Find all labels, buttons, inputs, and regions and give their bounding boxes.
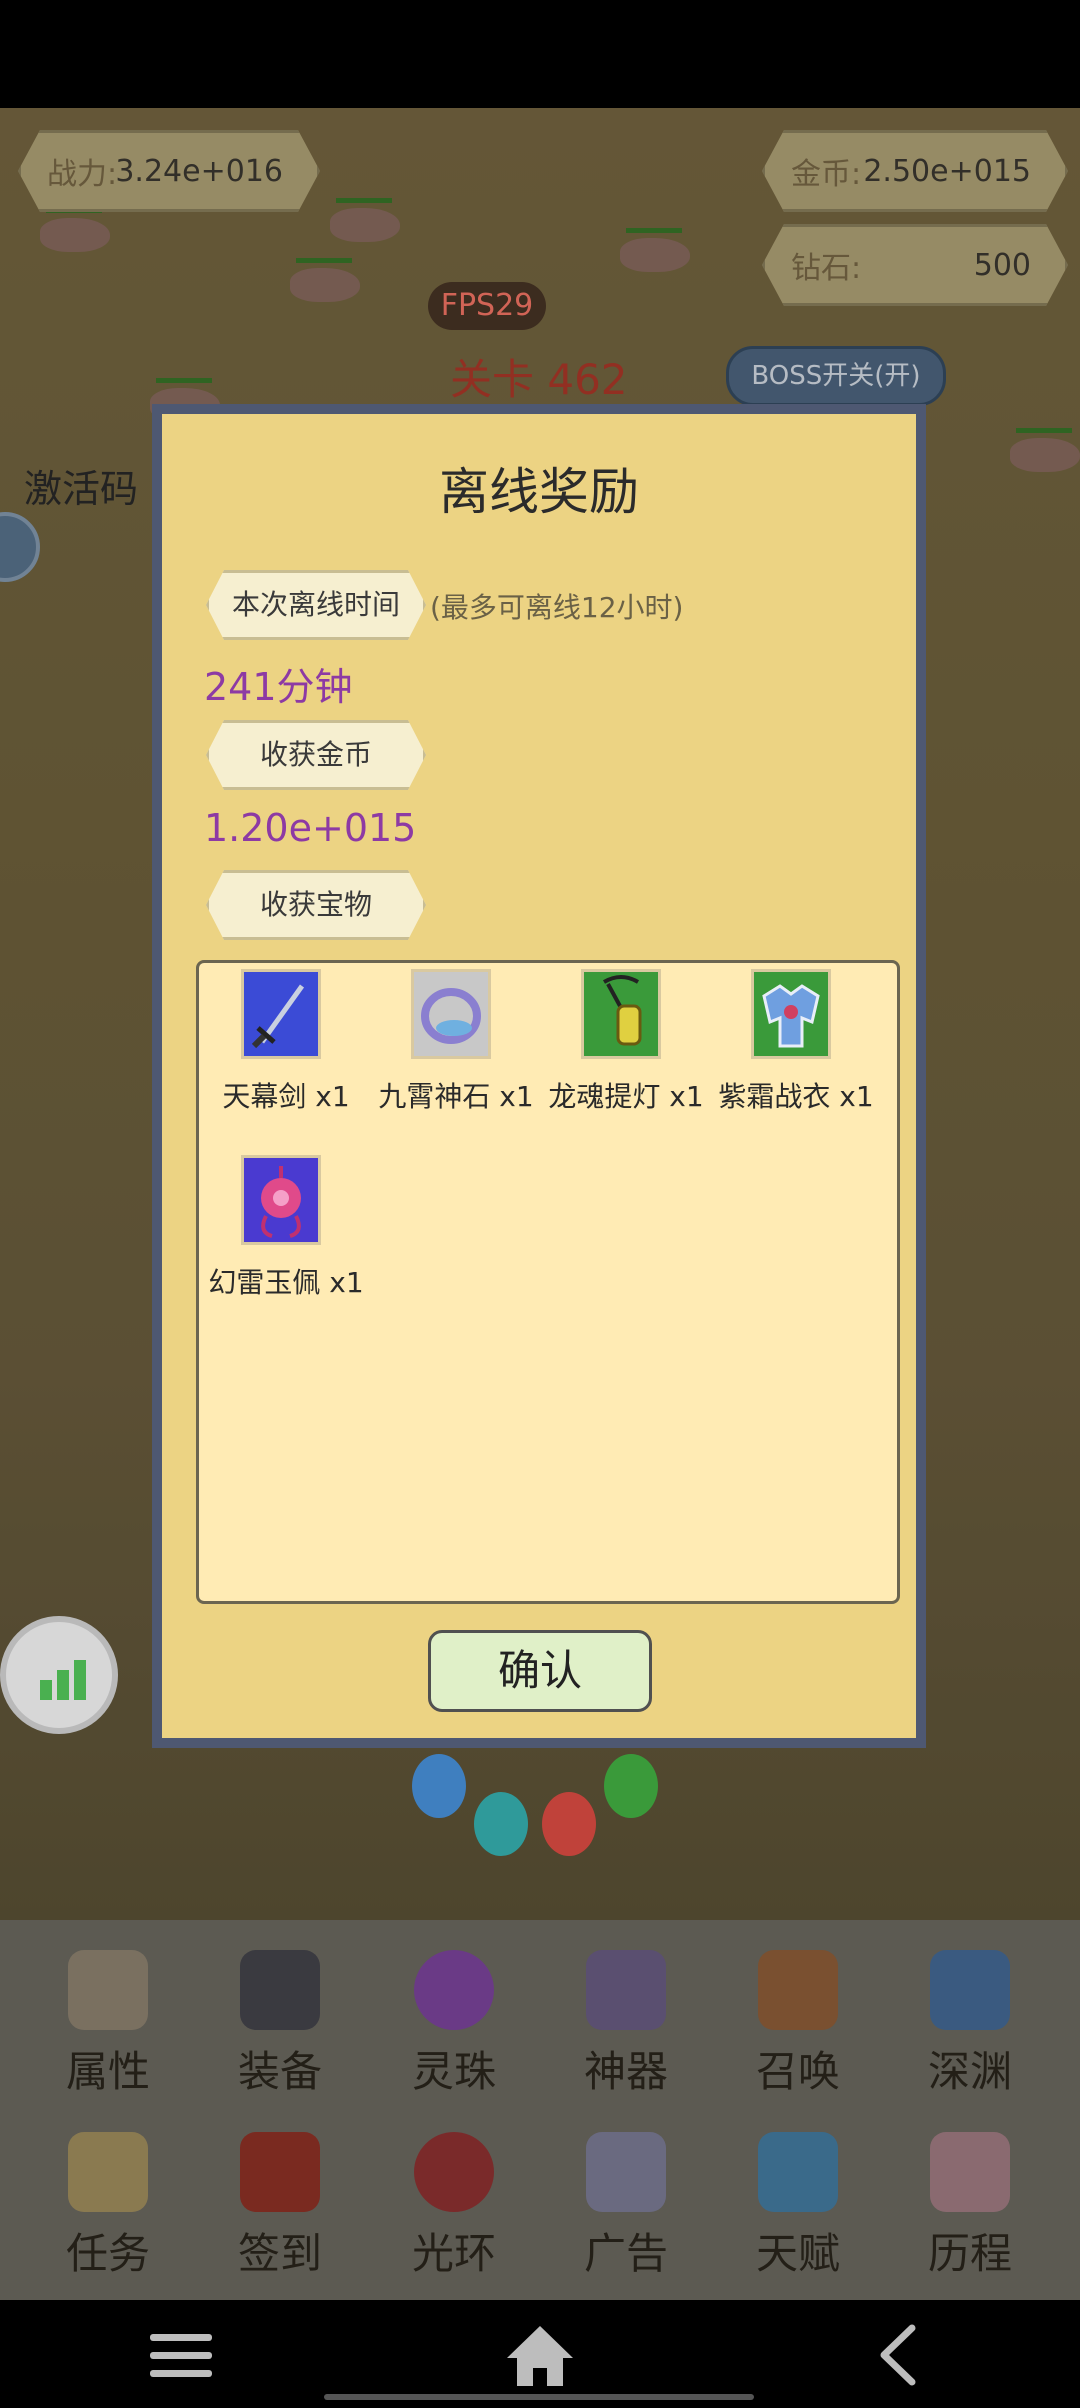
orb-decor (474, 1792, 528, 1856)
summon-chest-icon (758, 1950, 838, 2030)
menu-item-equipment[interactable]: 装备 (210, 1938, 350, 2108)
menu-item-label: 召唤 (755, 2047, 840, 2096)
offline-time-tag: 本次离线时间 (206, 570, 426, 640)
home-icon[interactable] (495, 2320, 585, 2390)
reward-item-name: 龙魂提灯 x1 (548, 1080, 704, 1113)
bar-chart-icon (40, 1660, 86, 1700)
reward-items-panel: 天幕剑 x1 九霄神石 x1 龙魂提灯 x1 紫霜战衣 x1 幻雷玉佩 x1 (196, 960, 900, 1604)
bottom-menu: 属性 装备 灵珠 神器 召唤 深渊 任务 签到 光环 广告 天赋 历程 (0, 1920, 1080, 2300)
menu-item-label: 任务 (65, 2229, 150, 2278)
orb-decor (542, 1792, 596, 1856)
reward-item-name: 幻雷玉佩 x1 (208, 1266, 364, 1299)
reward-item-name: 紫霜战衣 x1 (718, 1080, 874, 1113)
offline-time-value: 241分钟 (204, 665, 353, 709)
orb-decor (412, 1754, 466, 1818)
menu-item-talent[interactable]: 天赋 (728, 2120, 868, 2290)
menu-item-aura[interactable]: 光环 (384, 2120, 524, 2290)
menu-item-label: 神器 (583, 2047, 668, 2096)
menu-item-attribute[interactable]: 属性 (38, 1938, 178, 2108)
armor-icon (751, 969, 831, 1059)
dialog-title: 离线奖励 (439, 463, 639, 521)
gold-reward-value: 1.20e+015 (204, 806, 417, 850)
treasure-reward-tag: 收获宝物 (206, 870, 426, 940)
aura-flower-icon (414, 2132, 494, 2212)
menu-item-spirit-orb[interactable]: 灵珠 (384, 1938, 524, 2108)
system-nav-bar (0, 2300, 1080, 2408)
menu-item-summon[interactable]: 召唤 (728, 1938, 868, 2108)
menu-item-journey[interactable]: 历程 (900, 2120, 1040, 2290)
menu-item-label: 深渊 (927, 2047, 1012, 2096)
talent-crystal-icon (758, 2132, 838, 2212)
menu-lines-icon[interactable] (136, 2320, 226, 2390)
menu-item-ad[interactable]: 广告 (556, 2120, 696, 2290)
orb-decor (604, 1754, 658, 1818)
menu-item-label: 签到 (237, 2229, 322, 2278)
menu-item-abyss[interactable]: 深渊 (900, 1938, 1040, 2108)
stats-float-button[interactable] (0, 1616, 118, 1734)
gold-reward-tag: 收获金币 (206, 720, 426, 790)
menu-item-quest[interactable]: 任务 (38, 2120, 178, 2290)
journey-gift-icon (930, 2132, 1010, 2212)
lantern-icon (581, 969, 661, 1059)
menu-item-checkin[interactable]: 签到 (210, 2120, 350, 2290)
offline-limit-hint: (最多可离线12小时) (430, 591, 684, 624)
menu-item-label: 天赋 (755, 2229, 840, 2278)
offline-reward-dialog: 离线奖励 本次离线时间 (最多可离线12小时) 241分钟 收获金币 1.20e… (152, 404, 926, 1748)
quest-scroll-icon (68, 2132, 148, 2212)
gesture-bar (324, 2394, 754, 2400)
jade-pendant-icon (241, 1155, 321, 1245)
equipment-icon (240, 1950, 320, 2030)
attribute-icon (68, 1950, 148, 2030)
menu-item-label: 广告 (583, 2229, 668, 2278)
confirm-button[interactable]: 确认 (428, 1630, 652, 1712)
back-icon[interactable] (856, 2320, 946, 2390)
reward-item-name: 天幕剑 x1 (222, 1080, 350, 1113)
menu-item-label: 属性 (65, 2047, 150, 2096)
menu-item-label: 装备 (237, 2047, 322, 2096)
menu-item-label: 历程 (927, 2229, 1012, 2278)
menu-item-label: 光环 (411, 2229, 496, 2278)
checkin-chest-icon (240, 2132, 320, 2212)
status-bar (0, 0, 1080, 108)
spirit-orb-icon (414, 1950, 494, 2030)
reward-item-name: 九霄神石 x1 (378, 1080, 534, 1113)
menu-item-label: 灵珠 (411, 2047, 496, 2096)
artifact-icon (586, 1950, 666, 2030)
ring-stone-icon (411, 969, 491, 1059)
ad-bag-icon (586, 2132, 666, 2212)
sword-icon (241, 969, 321, 1059)
abyss-icon (930, 1950, 1010, 2030)
menu-item-artifact[interactable]: 神器 (556, 1938, 696, 2108)
